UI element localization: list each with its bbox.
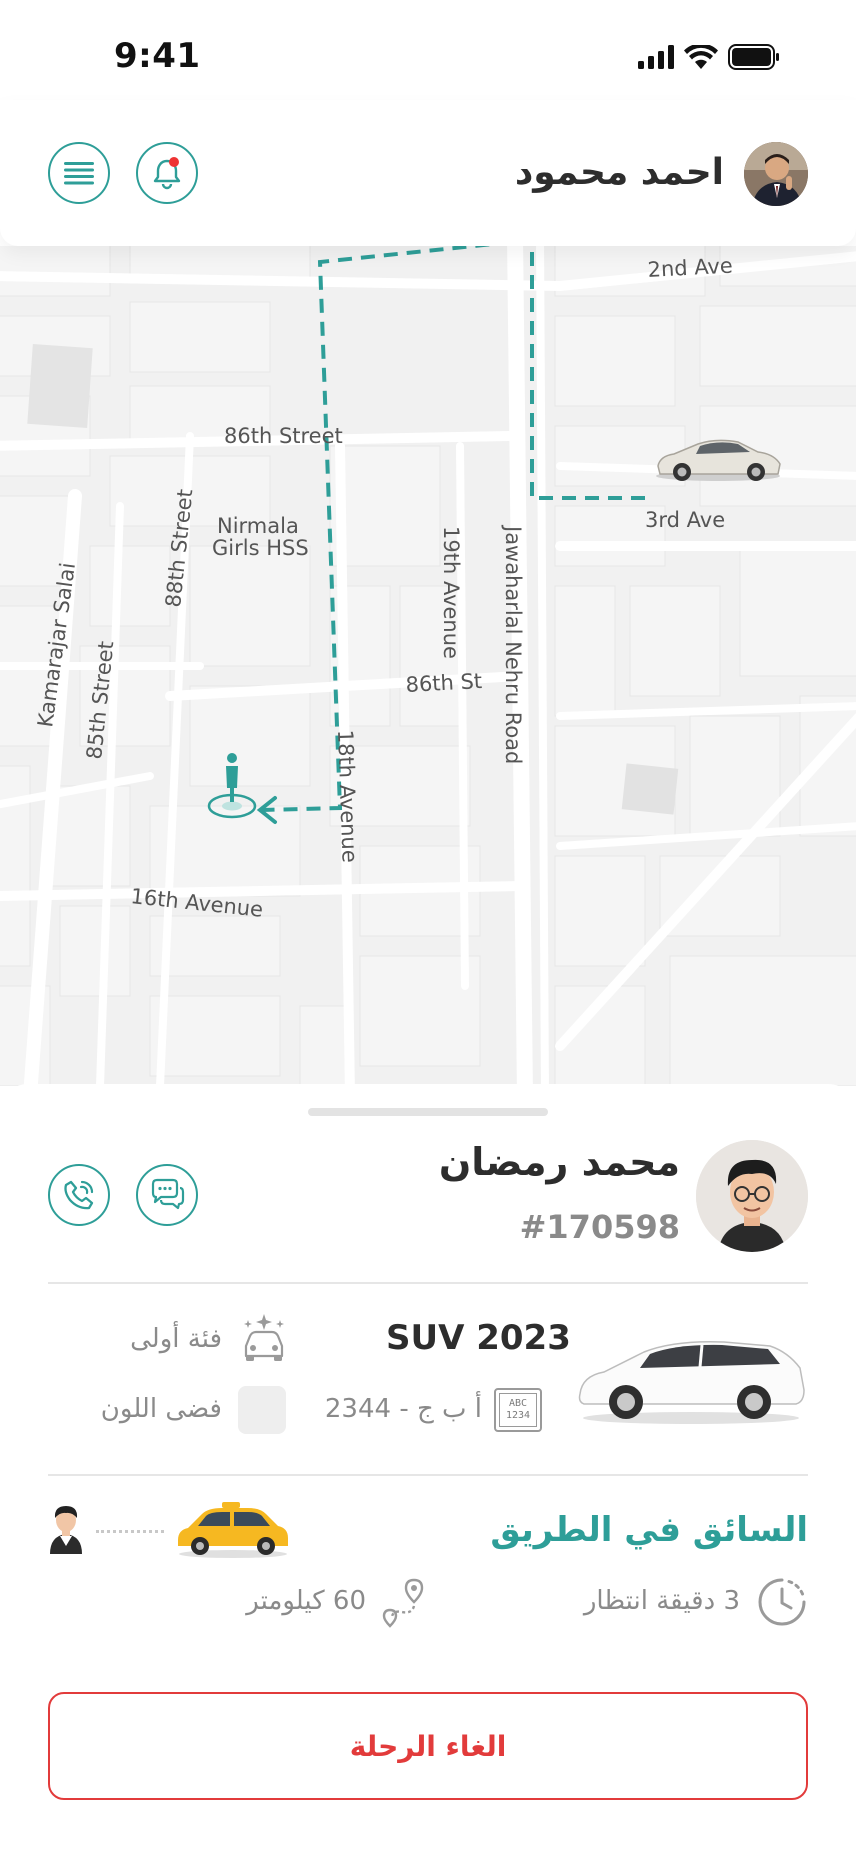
passenger-icon — [48, 1502, 84, 1558]
taxi-progress-icon — [174, 1500, 292, 1564]
driver-name: محمد رمضان — [438, 1140, 680, 1184]
user-name: احمد محمود — [514, 152, 724, 193]
plate-icon-letters: ABC — [508, 1398, 528, 1409]
wait-time: 3 دقيقة انتظار — [583, 1586, 740, 1616]
route-distance-icon — [378, 1576, 426, 1632]
vehicle-model: SUV 2023 — [386, 1318, 571, 1358]
route-progress-dots — [96, 1530, 164, 1533]
vehicle-color-swatch — [238, 1386, 286, 1434]
street-label: 86th St — [405, 669, 483, 697]
vehicle-color-label: فضى اللون — [100, 1394, 222, 1424]
bell-icon — [153, 157, 181, 190]
street-label: Jawaharlal Nehru Road — [501, 524, 525, 764]
trip-distance: 60 كيلومتر — [246, 1586, 366, 1616]
clock-icon — [756, 1576, 808, 1632]
status-icons — [638, 44, 780, 70]
vehicle-image — [574, 1332, 808, 1428]
suv-car-icon — [578, 1340, 805, 1424]
vehicle-category: فئة أولى — [130, 1324, 222, 1354]
phone-icon — [64, 1180, 94, 1210]
car-sparkle-icon — [238, 1312, 290, 1368]
status-time: 9:41 — [114, 36, 201, 76]
top-header: احمد محمود — [0, 100, 856, 246]
battery-icon — [728, 44, 779, 70]
street-label: 18th Avenue — [333, 729, 362, 863]
chat-bubbles-icon — [151, 1178, 185, 1210]
user-avatar-image — [744, 142, 808, 206]
driver-avatar — [696, 1140, 808, 1252]
user-avatar[interactable] — [744, 142, 808, 206]
driver-avatar-image — [696, 1140, 808, 1252]
cancel-trip-button[interactable]: الغاء الرحلة — [48, 1692, 808, 1800]
street-label: 19th Avenue — [439, 526, 463, 659]
license-plate-icon: ABC 1234 — [494, 1388, 542, 1432]
street-label: 86th Street — [224, 424, 343, 448]
wifi-icon — [684, 45, 718, 69]
map-view[interactable]: 2nd Ave 86th Street Nirmala Girls HSS 88… — [0, 246, 856, 1086]
trip-status-title: السائق في الطريق — [490, 1510, 808, 1550]
sheet-drag-handle[interactable] — [308, 1108, 548, 1116]
divider — [48, 1474, 808, 1476]
place-label: Nirmala — [217, 514, 299, 538]
map-canvas: 2nd Ave 86th Street Nirmala Girls HSS 88… — [0, 246, 856, 1086]
notifications-button[interactable] — [136, 142, 198, 204]
notification-dot — [169, 157, 179, 167]
driver-id: #170598 — [519, 1208, 680, 1246]
menu-button[interactable] — [48, 142, 110, 204]
chat-driver-button[interactable] — [136, 1164, 198, 1226]
street-label: 3rd Ave — [645, 508, 725, 532]
signal-icon — [638, 45, 674, 69]
hamburger-menu-icon — [64, 162, 94, 185]
street-label: 2nd Ave — [647, 254, 733, 282]
divider — [48, 1282, 808, 1284]
plate-icon-digits: 1234 — [505, 1410, 531, 1421]
place-label: Girls HSS — [212, 536, 309, 560]
call-driver-button[interactable] — [48, 1164, 110, 1226]
vehicle-plate: أ ب ج - 2344 — [324, 1394, 482, 1424]
